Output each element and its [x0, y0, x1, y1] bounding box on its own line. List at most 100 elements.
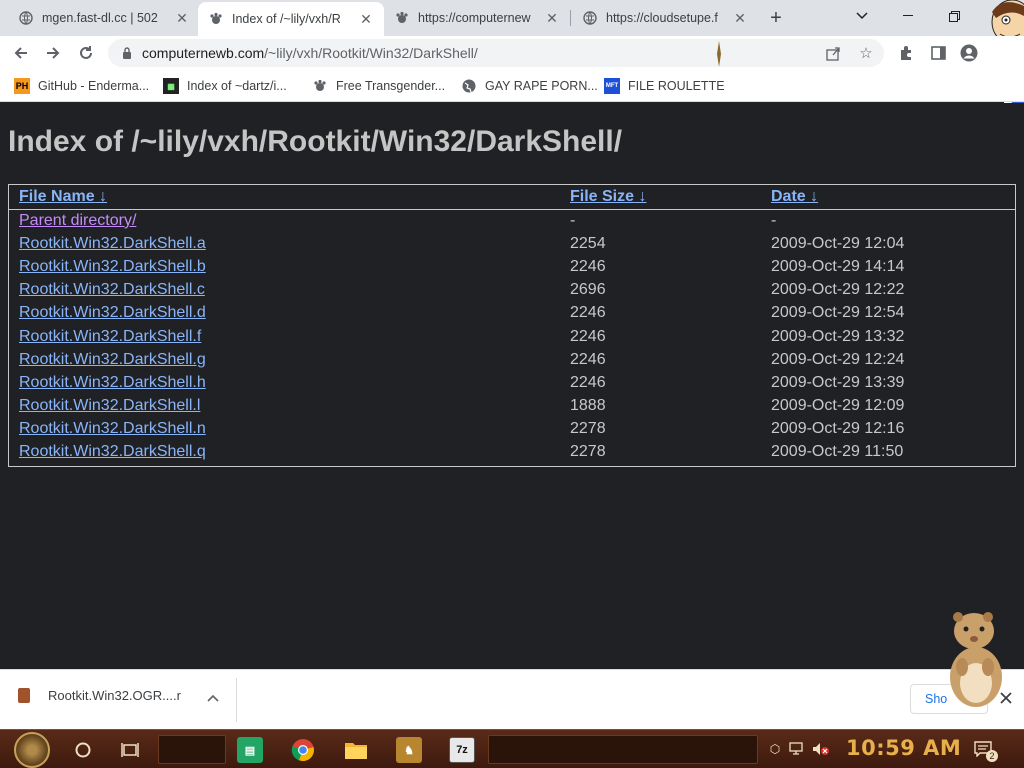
table-row: Rootkit.Win32.DarkShell.d 2246 2009-Oct-… — [9, 302, 1015, 325]
file-link[interactable]: Rootkit.Win32.DarkShell.g — [19, 351, 206, 368]
new-tab-button[interactable]: + — [764, 6, 788, 30]
share-icon[interactable] — [823, 43, 843, 63]
tab-search-button[interactable] — [848, 4, 876, 28]
windows-taskbar: ▤ ♞ 7z ⬡ 10:59 AM 2 — [0, 729, 1024, 768]
taskbar-search-area[interactable] — [158, 735, 226, 764]
file-size-cell: 2254 — [570, 234, 606, 252]
paw-icon — [208, 11, 224, 27]
file-date-cell: 2009-Oct-29 12:04 — [771, 234, 905, 252]
file-size-cell: 2246 — [570, 327, 606, 345]
browser-toolbar: computernewb.com/~lily/vxh/Rootkit/Win32… — [0, 36, 1024, 70]
minimize-button[interactable] — [894, 4, 922, 28]
page-content: Index of /~lily/vxh/Rootkit/Win32/DarkSh… — [0, 103, 1024, 669]
bookmark-label: GitHub - Enderma... — [38, 79, 150, 93]
start-button[interactable] — [14, 732, 50, 768]
file-name-cell: Rootkit.Win32.DarkShell.q — [9, 441, 560, 464]
tab-3[interactable]: https://computernew ✕ — [384, 0, 570, 36]
page-title: Index of /~lily/vxh/Rootkit/Win32/DarkSh… — [8, 125, 623, 158]
game-app[interactable]: ♞ — [396, 737, 422, 763]
tab-separator — [570, 10, 571, 26]
address-bar[interactable]: computernewb.com/~lily/vxh/Rootkit/Win32… — [108, 39, 884, 67]
file-size-cell: - — [570, 211, 576, 229]
back-button[interactable] — [8, 40, 34, 66]
close-icon[interactable]: ✕ — [174, 10, 190, 26]
desktop-pet-hamster[interactable] — [938, 605, 1008, 709]
sort-by-size-link[interactable]: File Size ↓ — [570, 188, 646, 205]
file-link[interactable]: Rootkit.Win32.DarkShell.a — [19, 235, 206, 252]
file-date-cell: 2009-Oct-29 11:50 — [771, 443, 904, 461]
close-icon[interactable]: ✕ — [358, 11, 374, 27]
bookmark-gay[interactable]: GAY RAPE PORN... — [461, 77, 598, 95]
sheets-app[interactable]: ▤ — [237, 737, 263, 763]
taskbar-clock[interactable]: 10:59 AM — [846, 736, 961, 760]
extensions-icon[interactable] — [895, 43, 917, 63]
bookmark-file-roulette[interactable]: MFT FILE ROULETTE — [604, 77, 725, 95]
file-date-cell: 2009-Oct-29 12:54 — [771, 304, 905, 322]
parent-directory-link[interactable]: Parent directory/ — [19, 212, 136, 229]
reload-button[interactable] — [73, 40, 99, 66]
notification-center-button[interactable]: 2 — [972, 738, 998, 762]
tab-2[interactable]: Index of /~lily/vxh/R ✕ — [198, 2, 384, 36]
task-view-button[interactable] — [117, 737, 143, 763]
file-explorer-app[interactable] — [343, 737, 369, 763]
file-size-cell: 2246 — [570, 373, 606, 391]
file-link[interactable]: Rootkit.Win32.DarkShell.q — [19, 443, 206, 460]
file-name-cell: Rootkit.Win32.DarkShell.l — [9, 395, 560, 418]
bookmark-index-dartz[interactable]: ▦ Index of ~dartz/i... — [163, 77, 287, 95]
tray-overflow-icon[interactable]: ⬡ — [766, 740, 784, 758]
forward-button[interactable] — [40, 40, 66, 66]
chrome-app[interactable] — [290, 737, 316, 763]
globe-icon — [18, 10, 34, 26]
download-item[interactable]: Rootkit.Win32.OGR....r — [18, 688, 181, 703]
bookmark-free-transgender[interactable]: Free Transgender... — [312, 77, 445, 95]
bookmark-github[interactable]: PH GitHub - Enderma... — [14, 77, 149, 95]
file-link[interactable]: Rootkit.Win32.DarkShell.b — [19, 258, 206, 275]
mft-icon: MFT — [604, 78, 620, 94]
file-link[interactable]: Rootkit.Win32.DarkShell.n — [19, 420, 206, 437]
file-link[interactable]: Rootkit.Win32.DarkShell.d — [19, 304, 206, 321]
tab-1[interactable]: mgen.fast-dl.cc | 502 ✕ — [8, 0, 200, 36]
close-icon[interactable]: ✕ — [544, 10, 560, 26]
side-panel-icon[interactable] — [927, 43, 949, 63]
tab-4[interactable]: https://cloudsetupe.f ✕ — [572, 0, 758, 36]
file-name-cell: Rootkit.Win32.DarkShell.b — [9, 255, 560, 278]
file-date-cell: 2009-Oct-29 13:39 — [771, 373, 905, 391]
taskbar-slot — [488, 735, 758, 764]
sort-by-date-link[interactable]: Date ↓ — [771, 188, 818, 205]
close-icon[interactable]: ✕ — [732, 10, 748, 26]
chrome-icon — [291, 739, 314, 762]
bookmark-star-icon[interactable]: ☆ — [856, 43, 876, 63]
download-filename: Rootkit.Win32.OGR....r — [48, 688, 181, 703]
file-name-cell: Parent directory/ — [9, 209, 560, 232]
cortana-button[interactable] — [70, 737, 96, 763]
profile-icon[interactable] — [958, 43, 980, 63]
network-icon[interactable] — [788, 740, 806, 758]
column-header-name: File Name ↓ — [9, 185, 560, 210]
file-date-cell: 2009-Oct-29 12:24 — [771, 350, 905, 368]
notification-count-badge: 2 — [986, 750, 998, 762]
globe-paw-icon — [312, 78, 328, 94]
sort-by-name-link[interactable]: File Name ↓ — [19, 188, 107, 205]
file-link[interactable]: Rootkit.Win32.DarkShell.l — [19, 397, 200, 414]
divider — [236, 678, 237, 722]
file-date-cell: 2009-Oct-29 12:22 — [771, 281, 905, 299]
7zip-icon: 7z — [456, 744, 468, 756]
bookmarks-bar: PH GitHub - Enderma... ▦ Index of ~dartz… — [0, 70, 1024, 102]
tab-title: Index of /~lily/vxh/R — [232, 12, 341, 26]
file-link[interactable]: Rootkit.Win32.DarkShell.h — [19, 374, 206, 391]
file-link[interactable]: Rootkit.Win32.DarkShell.c — [19, 281, 205, 298]
globe-icon — [461, 78, 477, 94]
column-header-size: File Size ↓ — [560, 185, 761, 210]
archive-file-icon — [18, 688, 30, 703]
restore-button[interactable] — [940, 4, 968, 28]
file-name-cell: Rootkit.Win32.DarkShell.n — [9, 418, 560, 441]
file-date-cell: 2009-Oct-29 12:09 — [771, 397, 905, 415]
download-options-button[interactable] — [204, 689, 222, 707]
file-link[interactable]: Rootkit.Win32.DarkShell.f — [19, 328, 201, 345]
file-size-cell: 2278 — [570, 443, 606, 461]
7zip-app[interactable]: 7z — [449, 737, 475, 763]
table-row: Rootkit.Win32.DarkShell.c 2696 2009-Oct-… — [9, 279, 1015, 302]
volume-muted-icon[interactable] — [812, 740, 830, 758]
circle-icon — [75, 742, 91, 758]
file-name-cell: Rootkit.Win32.DarkShell.g — [9, 348, 560, 371]
